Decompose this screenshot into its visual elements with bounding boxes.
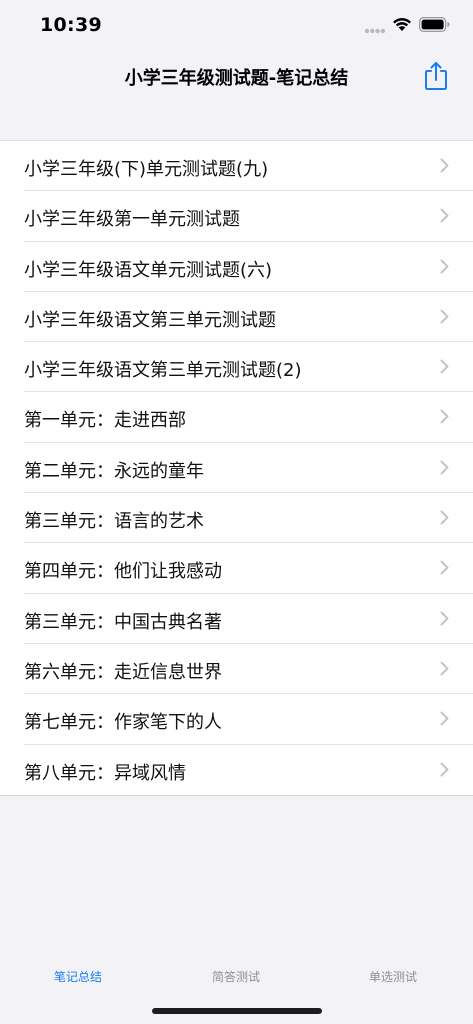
chevron-right-icon — [440, 409, 449, 424]
chevron-right-icon — [440, 661, 449, 676]
unit-list: 小学三年级(下)单元测试题(九) 小学三年级第一单元测试题 小学三年级语文单元测… — [0, 140, 473, 796]
app-screen: 10:39 小学三年级测试题-笔记总结 小学三年级(下)单元测试题(九) 小学三… — [0, 0, 473, 1024]
chevron-right-icon — [440, 711, 449, 726]
navigation-bar: 小学三年级测试题-笔记总结 — [0, 52, 473, 100]
list-item[interactable]: 小学三年级第一单元测试题 — [0, 191, 473, 242]
list-item[interactable]: 第一单元：走进西部 — [0, 392, 473, 443]
page-title: 小学三年级测试题-笔记总结 — [124, 68, 349, 89]
chevron-right-icon — [440, 359, 449, 374]
list-item-label: 第三单元：中国古典名著 — [24, 611, 222, 633]
list-item[interactable]: 小学三年级语文第三单元测试题 — [0, 292, 473, 343]
tab-single-choice-test[interactable]: 单选测试 — [333, 968, 453, 985]
chevron-right-icon — [440, 460, 449, 475]
list-item-label: 第二单元：永远的童年 — [24, 460, 204, 482]
list-item[interactable]: 小学三年级语文第三单元测试题(2) — [0, 342, 473, 393]
list-item-label: 第八单元：异域风情 — [24, 762, 186, 784]
chevron-right-icon — [440, 309, 449, 324]
list-item[interactable]: 第三单元：语言的艺术 — [0, 493, 473, 544]
home-indicator[interactable] — [152, 1008, 322, 1014]
chevron-right-icon — [440, 158, 449, 173]
list-item-label: 第三单元：语言的艺术 — [24, 511, 204, 533]
list-item-label: 第四单元：他们让我感动 — [24, 561, 222, 583]
chevron-right-icon — [440, 259, 449, 274]
list-item[interactable]: 小学三年级(下)单元测试题(九) — [0, 141, 473, 192]
list-item[interactable]: 第六单元：走近信息世界 — [0, 644, 473, 695]
share-icon — [425, 62, 447, 90]
cellular-signal-icon — [364, 28, 386, 34]
list-item[interactable]: 小学三年级语文单元测试题(六) — [0, 242, 473, 292]
list-item-label: 小学三年级第一单元测试题 — [24, 209, 240, 231]
tab-notes-summary[interactable]: 笔记总结 — [18, 968, 138, 985]
list-item[interactable]: 第八单元：异域风情 — [0, 745, 473, 795]
list-item-label: 小学三年级(下)单元测试题(九) — [24, 159, 269, 180]
list-item-label: 第七单元：作家笔下的人 — [24, 712, 222, 734]
chevron-right-icon — [440, 510, 449, 525]
battery-icon — [419, 17, 450, 32]
status-bar: 10:39 — [0, 0, 473, 52]
chevron-right-icon — [440, 560, 449, 575]
list-item-label: 小学三年级语文第三单元测试题(2) — [24, 360, 302, 382]
share-button[interactable] — [420, 58, 452, 94]
list-item[interactable]: 第二单元：永远的童年 — [0, 443, 473, 494]
tab-short-answer-test[interactable]: 简答测试 — [176, 968, 296, 985]
list-item[interactable]: 第三单元：中国古典名著 — [0, 594, 473, 644]
list-item-label: 小学三年级语文第三单元测试题 — [24, 309, 276, 331]
list-item-label: 第六单元：走近信息世界 — [24, 661, 222, 683]
list-item-label: 第一单元：走进西部 — [24, 410, 186, 432]
list-item[interactable]: 第四单元：他们让我感动 — [0, 543, 473, 594]
list-item[interactable]: 第七单元：作家笔下的人 — [0, 694, 473, 745]
chevron-right-icon — [440, 762, 449, 777]
chevron-right-icon — [440, 611, 449, 626]
list-item-label: 小学三年级语文单元测试题(六) — [24, 259, 273, 281]
chevron-right-icon — [440, 208, 449, 223]
wifi-icon — [393, 18, 411, 31]
status-time: 10:39 — [40, 14, 102, 36]
